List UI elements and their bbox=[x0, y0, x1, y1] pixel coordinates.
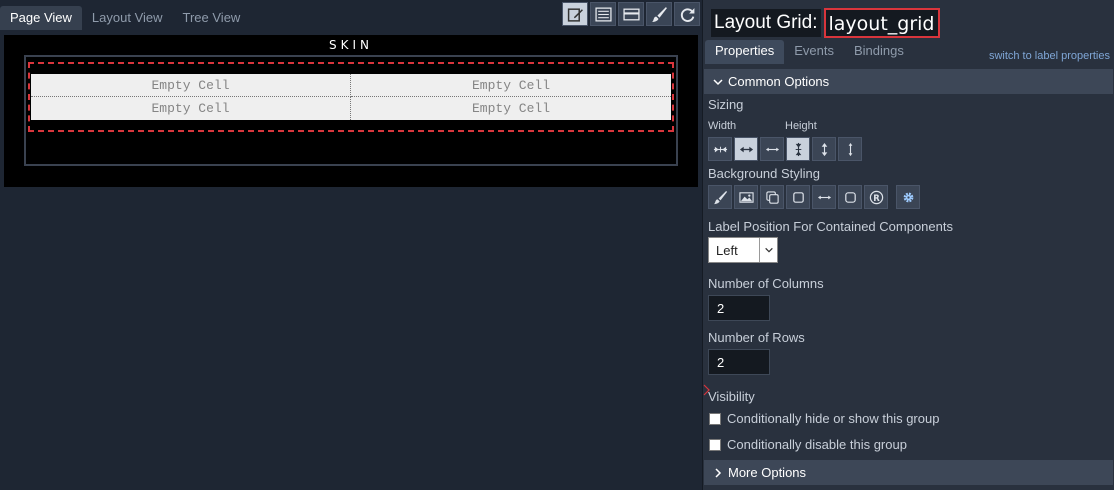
list-icon bbox=[594, 6, 612, 22]
properties-panel: Layout Grid: layout_grid Properties Even… bbox=[702, 0, 1114, 490]
grid-cell[interactable]: Empty Cell bbox=[351, 97, 671, 120]
width-shrink-button[interactable] bbox=[708, 137, 732, 161]
tab-bindings[interactable]: Bindings bbox=[844, 40, 914, 64]
checkbox[interactable] bbox=[709, 438, 721, 451]
more-options-label: More Options bbox=[728, 465, 807, 480]
more-options-header[interactable]: More Options bbox=[704, 460, 1113, 485]
grid-cell[interactable]: Empty Cell bbox=[351, 74, 671, 97]
width-label: Width bbox=[708, 120, 737, 132]
arrows-horizontal-icon bbox=[817, 195, 831, 199]
conditionally-hide-checkbox[interactable]: Conditionally hide or show this group bbox=[709, 411, 939, 426]
tab-tree-view[interactable]: Tree View bbox=[173, 6, 251, 30]
layout-grid-component[interactable]: Empty Cell Empty Cell Empty Cell Empty C… bbox=[28, 62, 674, 132]
background-border-button[interactable] bbox=[786, 185, 810, 209]
grid-cell[interactable]: Empty Cell bbox=[31, 74, 351, 97]
label-position-label: Label Position For Contained Components bbox=[708, 219, 953, 234]
component-type-label: Layout Grid: bbox=[711, 9, 821, 37]
registered-icon: R bbox=[869, 190, 883, 204]
designer-toolbar bbox=[562, 2, 700, 26]
rows-label: Number of Rows bbox=[708, 330, 805, 345]
edit-mode-button[interactable] bbox=[562, 2, 588, 26]
tab-page-view[interactable]: Page View bbox=[0, 6, 82, 30]
background-styling-buttons: R bbox=[708, 185, 920, 209]
label-position-select[interactable]: Left bbox=[708, 237, 778, 263]
common-options-header[interactable]: Common Options bbox=[704, 69, 1113, 94]
sizing-buttons bbox=[708, 137, 862, 161]
conditionally-hide-label: Conditionally hide or show this group bbox=[727, 411, 940, 426]
height-label: Height bbox=[785, 120, 817, 132]
background-radius-button[interactable] bbox=[838, 185, 862, 209]
component-title: Layout Grid: layout_grid bbox=[711, 8, 940, 38]
brush-icon bbox=[713, 190, 727, 204]
background-image-button[interactable] bbox=[734, 185, 758, 209]
grid-cell[interactable]: Empty Cell bbox=[31, 97, 351, 120]
svg-text:R: R bbox=[873, 192, 880, 202]
background-padding-button[interactable] bbox=[812, 185, 836, 209]
tab-events[interactable]: Events bbox=[784, 40, 844, 64]
edit-icon bbox=[567, 7, 583, 22]
component-name-field[interactable]: layout_grid bbox=[823, 8, 940, 38]
chevron-down-icon bbox=[713, 78, 723, 85]
sizing-label: Sizing bbox=[708, 97, 744, 112]
switch-to-label-properties-link[interactable]: switch to label properties bbox=[989, 50, 1110, 62]
arrows-outward-vertical-icon bbox=[821, 142, 827, 156]
visibility-label: Visibility bbox=[708, 389, 755, 404]
height-shrink-button[interactable] bbox=[786, 137, 810, 161]
common-options-label: Common Options bbox=[728, 74, 830, 89]
background-styling-label: Background Styling bbox=[708, 166, 821, 181]
card-view-button[interactable] bbox=[618, 2, 644, 26]
background-copy-button[interactable] bbox=[760, 185, 784, 209]
height-fixed-button[interactable] bbox=[838, 137, 862, 161]
list-view-button[interactable] bbox=[590, 2, 616, 26]
rounded-square-icon bbox=[844, 191, 856, 203]
width-fixed-button[interactable] bbox=[760, 137, 784, 161]
background-brand-button[interactable]: R bbox=[864, 185, 888, 209]
square-icon bbox=[792, 191, 804, 203]
width-fill-button[interactable] bbox=[734, 137, 758, 161]
designer-pane: Page View Layout View Tree View SKIN Emp… bbox=[0, 0, 702, 490]
chevron-right-icon bbox=[715, 467, 722, 478]
tab-layout-view[interactable]: Layout View bbox=[82, 6, 173, 30]
tab-properties[interactable]: Properties bbox=[705, 40, 785, 64]
refresh-button[interactable] bbox=[674, 2, 700, 26]
gear-icon bbox=[903, 192, 913, 202]
copy-icon bbox=[765, 190, 779, 204]
checkbox[interactable] bbox=[709, 412, 721, 425]
height-fill-button[interactable] bbox=[812, 137, 836, 161]
conditionally-disable-checkbox[interactable]: Conditionally disable this group bbox=[709, 437, 907, 452]
background-settings-button[interactable] bbox=[896, 185, 920, 209]
rows-input[interactable] bbox=[708, 349, 770, 375]
arrows-vertical-icon bbox=[848, 142, 852, 156]
arrows-horizontal-icon bbox=[765, 147, 779, 151]
refresh-icon bbox=[680, 7, 694, 22]
view-tabs: Page View Layout View Tree View bbox=[0, 6, 250, 30]
arrows-outward-horizontal-icon bbox=[739, 146, 753, 152]
skin-label: SKIN bbox=[328, 38, 373, 52]
page-canvas: SKIN Empty Cell Empty Cell Empty Cell Em… bbox=[4, 35, 698, 187]
property-tabs: Properties Events Bindings bbox=[705, 40, 914, 64]
arrows-inward-vertical-icon bbox=[795, 142, 801, 156]
columns-label: Number of Columns bbox=[708, 276, 824, 291]
label-position-value: Left bbox=[716, 242, 738, 258]
skin-frame: Empty Cell Empty Cell Empty Cell Empty C… bbox=[24, 55, 678, 166]
arrows-inward-horizontal-icon bbox=[713, 146, 727, 152]
columns-input[interactable] bbox=[708, 295, 770, 321]
conditionally-disable-label: Conditionally disable this group bbox=[727, 437, 907, 452]
image-icon bbox=[738, 191, 754, 203]
brush-icon bbox=[651, 6, 667, 22]
background-color-button[interactable] bbox=[708, 185, 732, 209]
grid-table: Empty Cell Empty Cell Empty Cell Empty C… bbox=[31, 74, 671, 120]
theme-button[interactable] bbox=[646, 2, 672, 26]
card-icon bbox=[622, 8, 640, 20]
chevron-down-icon bbox=[759, 238, 777, 262]
